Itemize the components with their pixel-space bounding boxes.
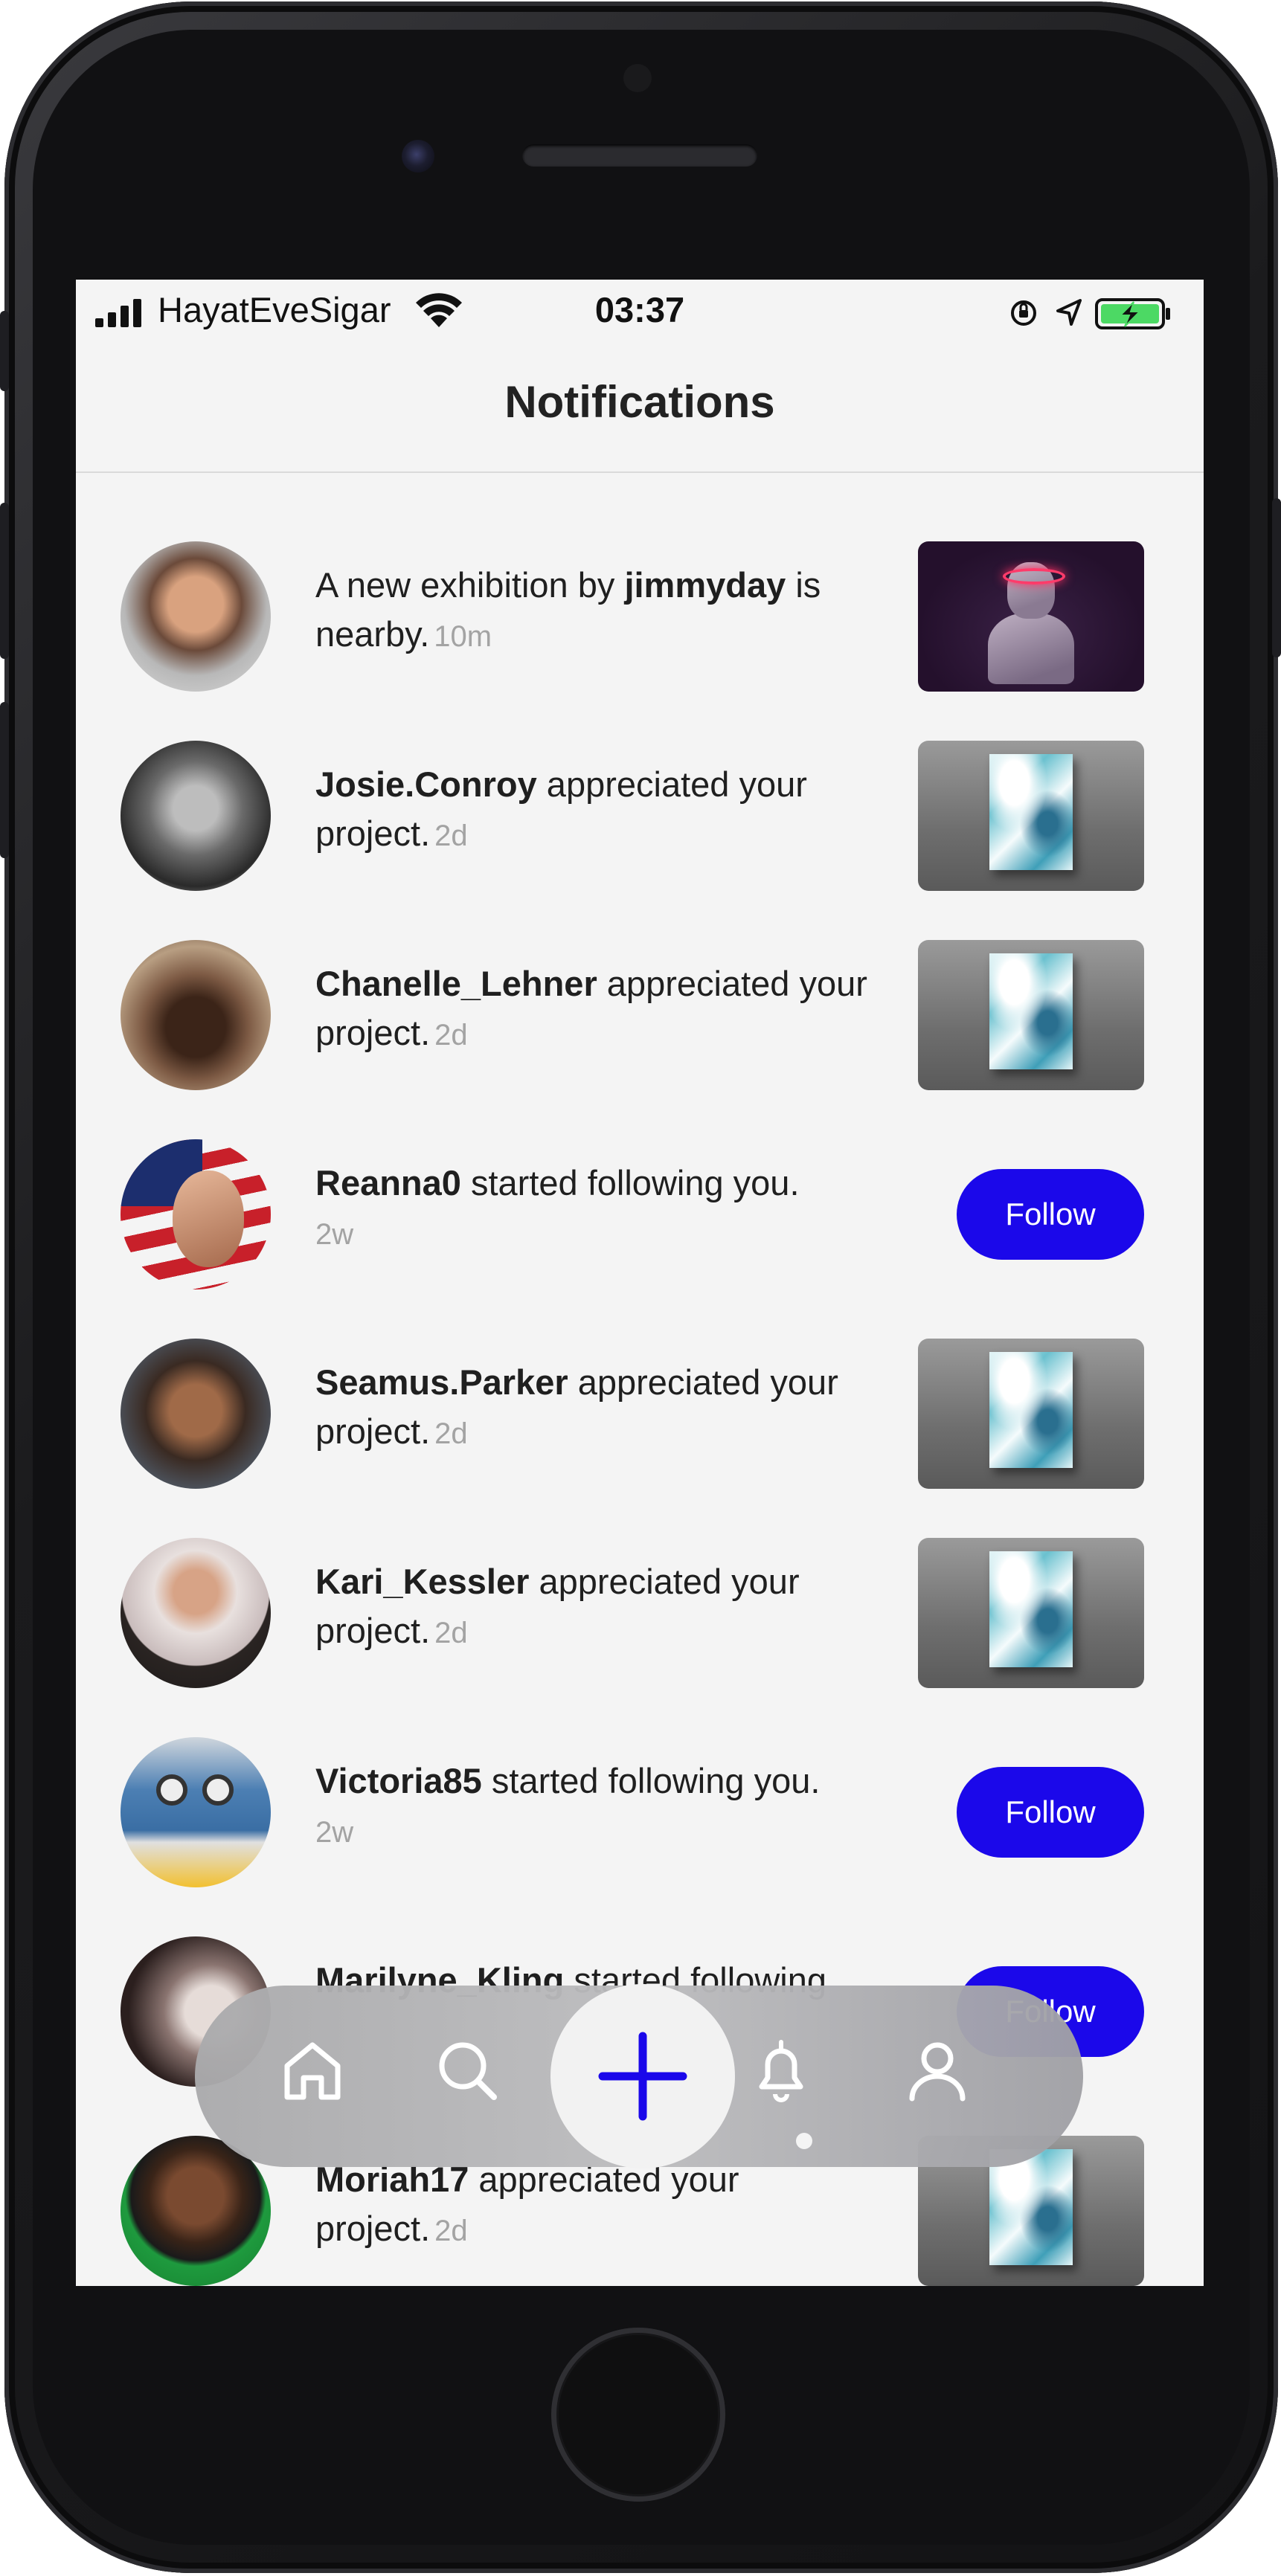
orientation-lock-icon — [1011, 300, 1036, 326]
avatar[interactable] — [121, 1737, 271, 1887]
username-link[interactable]: Reanna0 — [315, 1163, 461, 1202]
notification-time: 2w — [315, 1816, 354, 1849]
mute-switch — [0, 311, 9, 391]
username-link[interactable]: Victoria85 — [315, 1761, 482, 1800]
robot-eye-left — [156, 1774, 187, 1806]
artwork-card — [989, 1551, 1073, 1667]
notification-message: started following you. — [460, 1163, 800, 1202]
project-thumbnail[interactable] — [918, 1538, 1144, 1688]
avatar[interactable] — [121, 1538, 271, 1688]
notification-item[interactable]: Kari_Kessler appreciated your project. 2d — [76, 1536, 1204, 1690]
front-camera — [402, 140, 434, 173]
volume-up-button — [0, 503, 9, 659]
avatar[interactable] — [121, 1139, 271, 1289]
notification-text: Seamus.Parker appreciated your project. 2… — [315, 1358, 881, 1458]
plus-icon — [598, 2032, 687, 2121]
notification-text: Josie.Conroy appreciated your project. 2d — [315, 760, 881, 860]
header-divider — [76, 471, 1204, 473]
avatar-face — [173, 1171, 244, 1267]
project-thumbnail[interactable] — [918, 1339, 1144, 1489]
notification-item[interactable]: Chanelle_Lehner appreciated your project… — [76, 938, 1204, 1092]
robot-eye-right — [202, 1774, 234, 1806]
app-screen: HayatEveSigar 03:37 Notifications A new … — [76, 280, 1204, 2286]
bell-icon[interactable] — [745, 2035, 817, 2106]
notification-item[interactable]: Seamus.Parker appreciated your project. 2… — [76, 1337, 1204, 1490]
notification-text: Reanna0 started following you. 2w — [315, 1159, 881, 1259]
proximity-sensor — [623, 64, 652, 92]
project-thumbnail[interactable] — [918, 741, 1144, 891]
follow-button[interactable]: Follow — [957, 1767, 1144, 1858]
page-title: Notifications — [504, 377, 775, 427]
volume-down-button — [0, 702, 9, 858]
username-link[interactable]: Seamus.Parker — [315, 1362, 568, 1402]
notification-time: 2d — [434, 820, 468, 852]
location-arrow-icon — [1056, 299, 1082, 326]
notification-item[interactable]: A new exhibition by jimmyday is nearby. 1… — [76, 540, 1204, 693]
notification-time: 2w — [315, 1218, 354, 1251]
neon-halo — [1003, 568, 1065, 585]
artwork-card — [989, 2149, 1073, 2265]
exhibition-thumbnail[interactable] — [918, 541, 1144, 692]
home-button[interactable] — [551, 2328, 725, 2502]
username-link[interactable]: Josie.Conroy — [315, 764, 537, 804]
notification-item[interactable]: Reanna0 started following you. 2w Follow — [76, 1138, 1204, 1291]
avatar[interactable] — [121, 541, 271, 692]
username-link[interactable]: Chanelle_Lehner — [315, 964, 597, 1003]
artwork-card — [989, 754, 1073, 870]
add-button[interactable] — [550, 1984, 735, 2168]
avatar[interactable] — [121, 741, 271, 891]
notification-text: Victoria85 started following you. 2w — [315, 1756, 881, 1857]
notification-time: 2d — [434, 1417, 468, 1450]
status-icons — [1011, 298, 1170, 329]
notification-time: 10m — [434, 620, 492, 653]
search-icon[interactable] — [431, 2035, 503, 2106]
artwork-card — [989, 953, 1073, 1069]
notification-item[interactable]: Josie.Conroy appreciated your project. 2d — [76, 739, 1204, 892]
avatar[interactable] — [121, 940, 271, 1090]
follow-button[interactable]: Follow — [957, 1169, 1144, 1260]
battery-charging-icon — [1095, 298, 1170, 329]
username-link[interactable]: jimmyday — [624, 565, 786, 605]
bust-sculpture — [988, 613, 1074, 684]
home-icon[interactable] — [277, 2035, 348, 2106]
profile-icon[interactable] — [902, 2035, 973, 2106]
status-bar: HayatEveSigar 03:37 — [76, 280, 1204, 347]
notification-text: Chanelle_Lehner appreciated your project… — [315, 959, 881, 1060]
active-tab-indicator — [796, 2133, 812, 2149]
notification-time: 2d — [434, 1019, 468, 1052]
artwork-card — [989, 1352, 1073, 1468]
project-thumbnail[interactable] — [918, 940, 1144, 1090]
notification-time: 2d — [434, 2215, 468, 2247]
username-link[interactable]: Kari_Kessler — [315, 1562, 529, 1601]
notification-message: started following you. — [481, 1761, 821, 1800]
notification-prefix: A new exhibition by — [315, 565, 625, 605]
notification-item[interactable]: Victoria85 started following you. 2w Foll… — [76, 1736, 1204, 1889]
notification-text: Moriah17 appreciated your project. 2d — [315, 2155, 881, 2255]
notification-text: A new exhibition by jimmyday is nearby. 1… — [315, 561, 881, 661]
earpiece-speaker — [522, 144, 757, 167]
power-button — [1272, 498, 1281, 657]
notification-text: Kari_Kessler appreciated your project. 2d — [315, 1557, 881, 1658]
notification-time: 2d — [434, 1617, 468, 1649]
avatar[interactable] — [121, 1339, 271, 1489]
